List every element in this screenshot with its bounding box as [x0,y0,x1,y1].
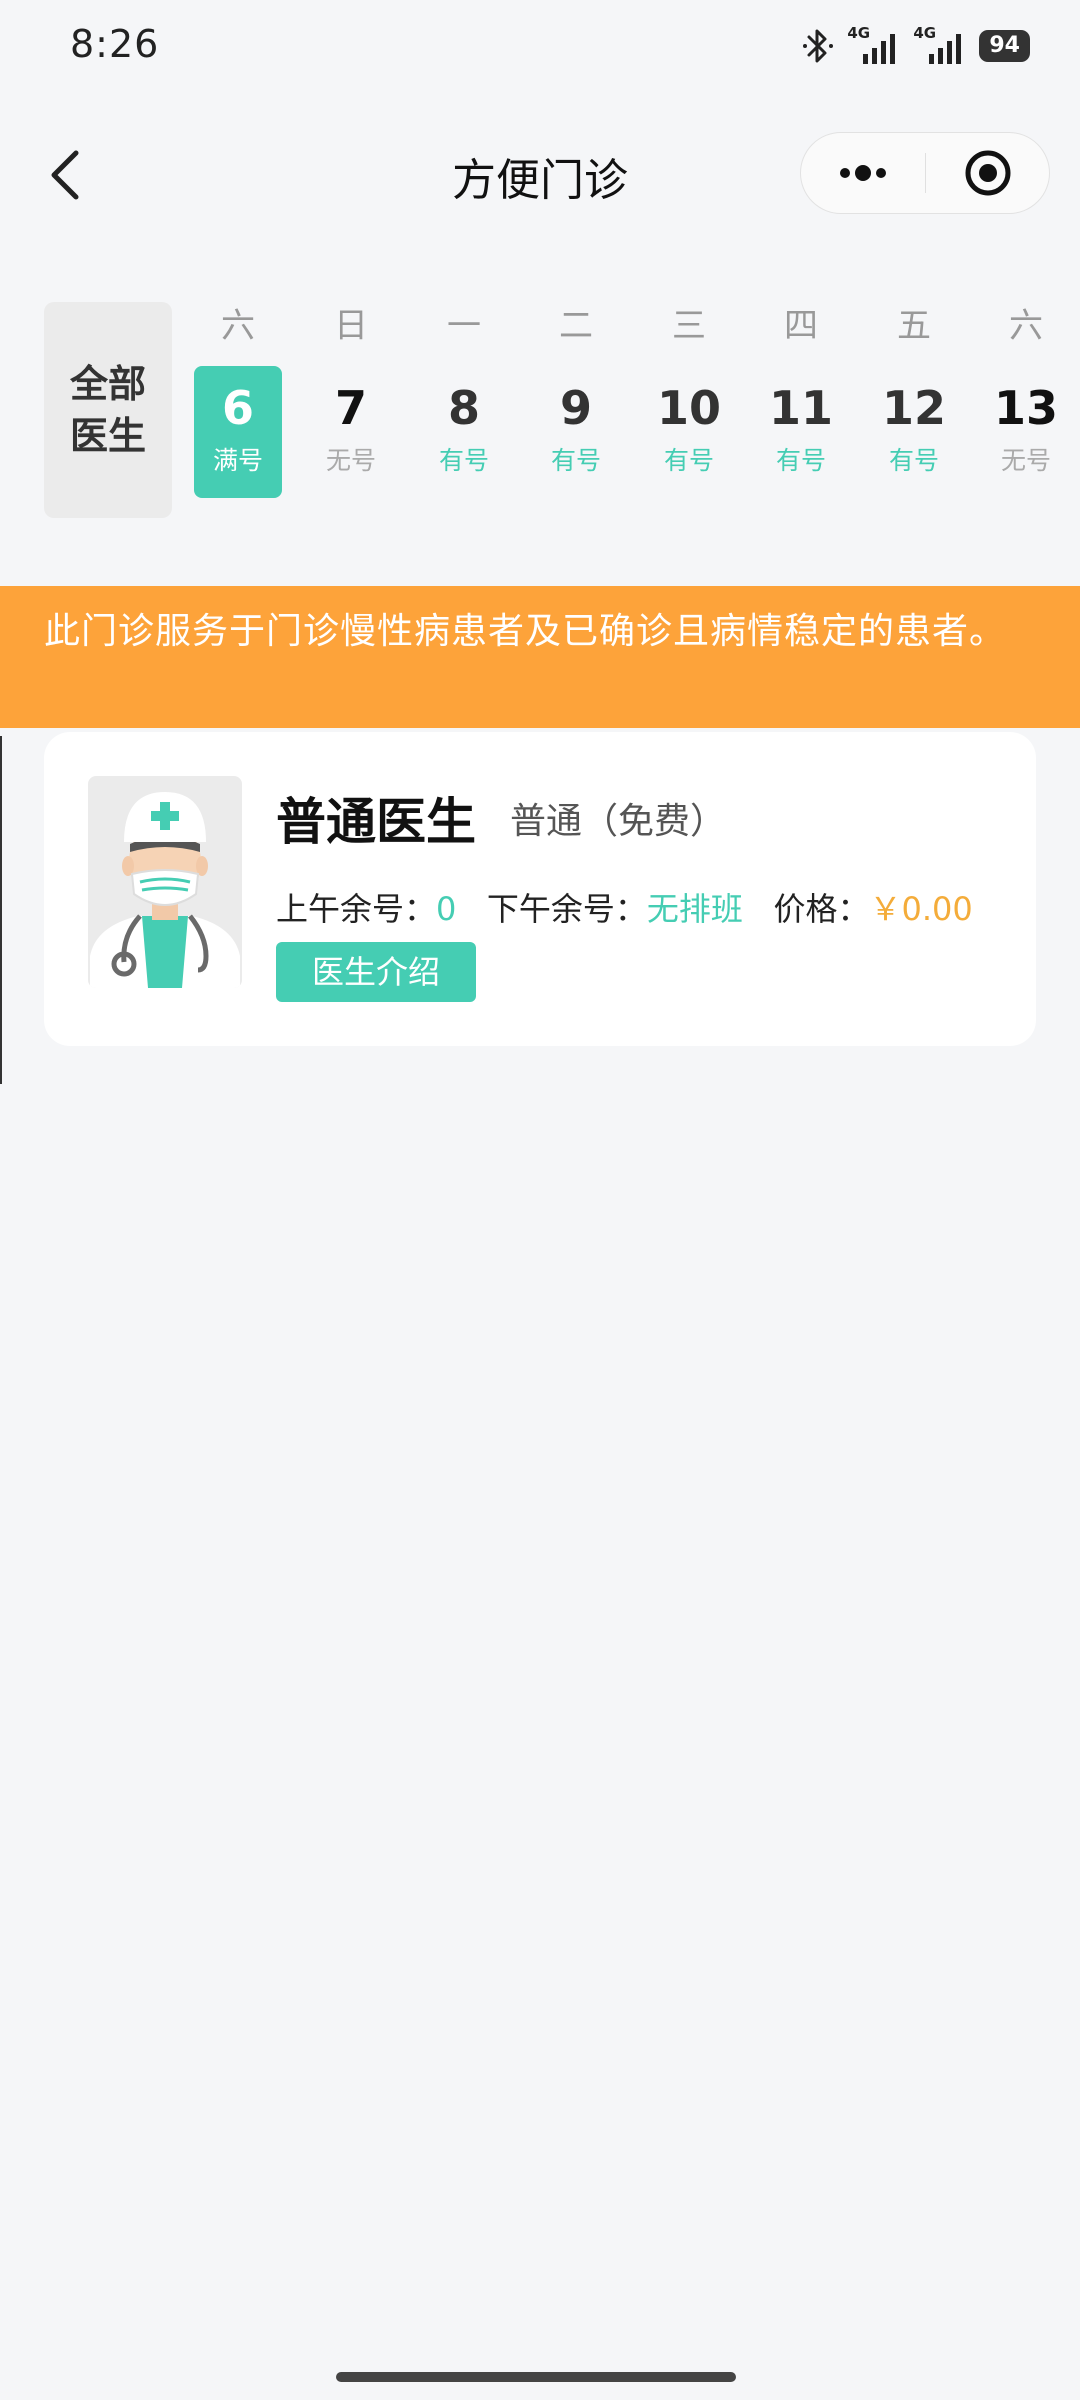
more-button[interactable] [801,133,925,213]
close-button[interactable] [926,133,1050,213]
availability-label: 有号 [438,446,489,475]
date-number: 6 [221,381,254,435]
doctor-card[interactable]: 普通医生 普通（免费） 上午余号：0 下午余号：无排班 价格：￥0.00 医生介… [44,732,1036,1046]
date-column[interactable]: 六 6 满号 [194,296,282,498]
doctor-slot-info: 上午余号：0 下午余号：无排班 价格：￥0.00 [276,884,973,930]
date-column[interactable]: 五 12 有号 [870,296,958,498]
home-indicator[interactable] [336,2372,736,2382]
doctor-type: 普通（免费） [510,801,727,842]
status-bar: 8:26 4G 4G 94 [0,0,1080,100]
weekday-label: 日 [334,306,368,346]
signal-icon: 4G [913,24,967,66]
price-value: ￥0.00 [869,890,973,928]
date-cell[interactable]: 11 有号 [757,366,845,498]
date-number: 12 [881,381,946,435]
date-cell[interactable]: 12 有号 [870,366,958,498]
availability-label: 无号 [1000,446,1051,475]
notice-banner: 此门诊服务于门诊慢性病患者及已确诊且病情稳定的患者。 [0,586,1080,728]
weekday-label: 五 [897,306,931,346]
availability-label: 有号 [775,446,826,475]
date-column[interactable]: 日 7 无号 [307,296,395,498]
availability-label: 无号 [325,446,376,475]
bluetooth-icon [803,29,834,63]
back-button[interactable] [40,145,100,205]
weekday-label: 六 [221,306,255,346]
target-circle-icon [965,150,1011,196]
weekday-label: 四 [784,306,818,346]
availability-label: 有号 [550,446,601,475]
doctor-avatar [88,776,242,988]
date-number: 11 [768,381,833,435]
date-number: 8 [447,381,480,435]
all-doctors-filter[interactable]: 全部 医生 [44,302,172,518]
date-cell[interactable]: 7 无号 [307,366,395,498]
date-column[interactable]: 三 10 有号 [645,296,733,498]
weekday-label: 一 [447,306,481,346]
date-column[interactable]: 一 8 有号 [420,296,508,498]
availability-label: 满号 [212,446,263,475]
date-cell[interactable]: 9 有号 [532,366,620,498]
afternoon-slots-value: 无排班 [646,890,743,928]
date-number: 13 [993,381,1058,435]
battery-icon: 94 [979,30,1030,62]
nav-bar: 方便门诊 [0,120,1080,230]
availability-label: 有号 [888,446,939,475]
date-number: 9 [559,381,592,435]
weekday-label: 二 [559,306,593,346]
date-column[interactable]: 二 9 有号 [532,296,620,498]
weekday-label: 三 [672,306,706,346]
scroll-edge-line [0,736,2,1084]
status-icons: 4G 4G 94 [801,24,1030,66]
date-cell[interactable]: 8 有号 [420,366,508,498]
doctor-intro-button[interactable]: 医生介绍 [276,942,476,1002]
date-number: 7 [334,381,367,435]
doctor-illustration-icon [90,792,240,988]
weekday-label: 六 [1009,306,1043,346]
mini-program-capsule [800,132,1050,214]
doctor-name: 普通医生 [276,793,476,851]
date-column[interactable]: 六 13 无号 [982,296,1070,498]
date-cell-selected[interactable]: 6 满号 [194,366,282,498]
date-column[interactable]: 四 11 有号 [757,296,845,498]
morning-slots-value: 0 [436,890,457,928]
afternoon-slots-label: 下午余号： [486,890,647,928]
availability-label: 有号 [663,446,714,475]
date-number: 10 [656,381,721,435]
status-time: 8:26 [70,22,160,66]
signal-icon: 4G [847,24,901,66]
price-label: 价格： [773,890,870,928]
date-cell[interactable]: 13 无号 [982,366,1070,498]
date-cell[interactable]: 10 有号 [645,366,733,498]
morning-slots-label: 上午余号： [276,890,437,928]
chevron-left-icon [51,150,79,200]
more-dots-icon [840,165,886,181]
